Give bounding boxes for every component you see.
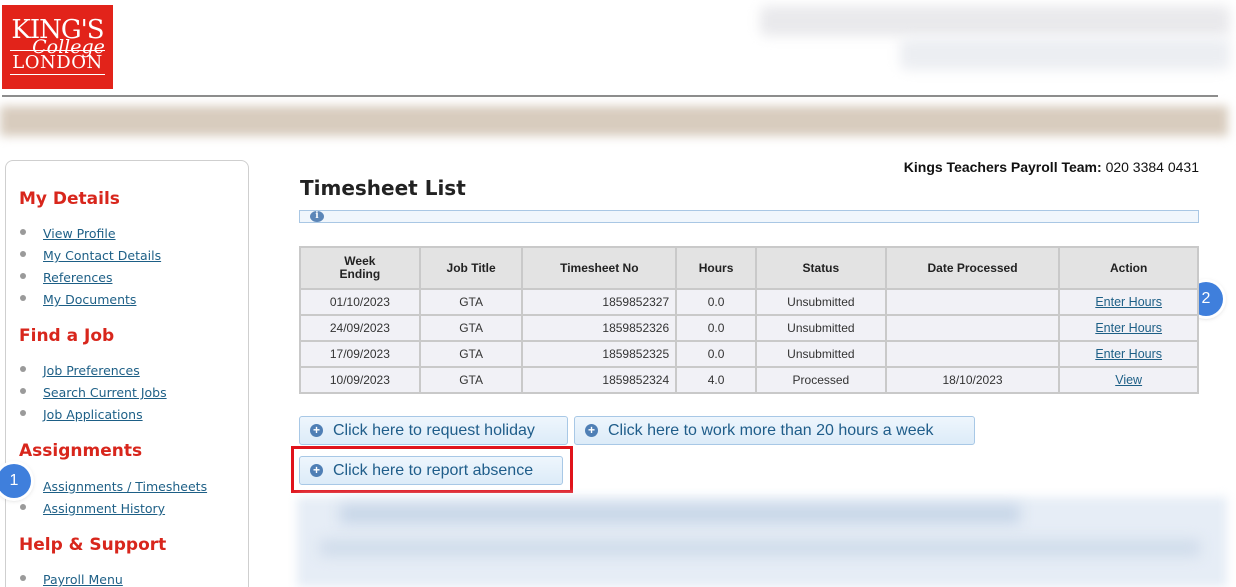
cell-hours: 4.0	[675, 366, 757, 394]
header-divider	[2, 95, 1218, 97]
cell-timesheet-no: 1859852325	[521, 340, 678, 368]
cell-timesheet-no: 1859852326	[521, 314, 678, 342]
redacted-content-line	[320, 540, 1200, 556]
page-title: Timesheet List	[300, 176, 466, 200]
col-header-week-ending: Week Ending	[299, 246, 421, 290]
bullet-icon	[20, 504, 26, 510]
table-row: 01/10/2023 GTA 1859852327 0.0 Unsubmitte…	[299, 288, 1199, 316]
sidebar-link-job-applications[interactable]: Job Applications	[43, 407, 143, 422]
sidebar-link-my-documents[interactable]: My Documents	[43, 292, 136, 307]
cell-status: Unsubmitted	[754, 314, 887, 342]
cell-week-ending: 01/10/2023	[299, 288, 421, 316]
sidebar-link-view-profile[interactable]: View Profile	[43, 226, 116, 241]
payroll-contact-label: Kings Teachers Payroll Team:	[903, 159, 1102, 175]
cell-hours: 0.0	[675, 340, 757, 368]
cell-hours: 0.0	[675, 288, 757, 316]
plus-circle-icon: +	[310, 424, 323, 437]
enter-hours-link[interactable]: Enter Hours	[1095, 295, 1162, 309]
section-title-find-a-job: Find a Job	[19, 326, 115, 346]
bullet-icon	[20, 410, 26, 416]
sidebar-link-search-jobs[interactable]: Search Current Jobs	[43, 385, 167, 400]
bullet-icon	[20, 273, 26, 279]
col-header-hours: Hours	[675, 246, 757, 290]
bullet-icon	[20, 251, 26, 257]
enter-hours-link[interactable]: Enter Hours	[1095, 347, 1162, 361]
cell-week-ending: 24/09/2023	[299, 314, 421, 342]
view-link[interactable]: View	[1115, 373, 1142, 387]
sidebar-link-assignment-history[interactable]: Assignment History	[43, 501, 165, 516]
timesheet-table: Week Ending Job Title Timesheet No Hours…	[299, 246, 1199, 394]
kings-college-logo[interactable]: KING'S College LONDON	[2, 5, 113, 89]
request-holiday-label: Click here to request holiday	[333, 422, 535, 439]
bullet-icon	[20, 295, 26, 301]
cell-action: Enter Hours	[1058, 288, 1199, 316]
cell-date-processed: 18/10/2023	[884, 366, 1061, 394]
cell-date-processed	[884, 288, 1061, 316]
bullet-icon	[20, 366, 26, 372]
table-row: 24/09/2023 GTA 1859852326 0.0 Unsubmitte…	[299, 314, 1199, 342]
header-redacted-area	[760, 6, 1230, 36]
bullet-icon	[20, 388, 26, 394]
cell-hours: 0.0	[675, 314, 757, 342]
col-header-action: Action	[1058, 246, 1199, 290]
payroll-contact-phone: 020 3384 0431	[1105, 159, 1199, 175]
work-extra-hours-button[interactable]: + Click here to work more than 20 hours …	[574, 416, 975, 445]
enter-hours-link[interactable]: Enter Hours	[1095, 321, 1162, 335]
sidebar-link-assignments-timesheets[interactable]: Assignments / Timesheets	[43, 479, 207, 494]
bullet-icon	[20, 575, 26, 581]
sidebar-link-references[interactable]: References	[43, 270, 112, 285]
cell-status: Unsubmitted	[754, 340, 887, 368]
section-title-my-details: My Details	[19, 189, 120, 209]
cell-status: Processed	[754, 366, 887, 394]
section-title-assignments: Assignments	[19, 441, 143, 461]
info-bar[interactable]: i	[299, 210, 1199, 223]
cell-week-ending: 10/09/2023	[299, 366, 421, 394]
cell-date-processed	[884, 314, 1061, 342]
highlight-box	[291, 446, 573, 493]
cell-date-processed	[884, 340, 1061, 368]
bullet-icon	[20, 229, 26, 235]
cell-timesheet-no: 1859852327	[521, 288, 678, 316]
col-header-job-title: Job Title	[418, 246, 524, 290]
payroll-contact: Kings Teachers Payroll Team: 020 3384 04…	[904, 159, 1199, 175]
cell-job-title: GTA	[418, 366, 524, 394]
header-redacted-area-2	[900, 38, 1230, 70]
cell-action: Enter Hours	[1058, 340, 1199, 368]
col-header-status: Status	[754, 246, 887, 290]
navigation-band-redacted	[0, 106, 1228, 136]
sidebar-link-payroll-menu[interactable]: Payroll Menu	[43, 572, 123, 587]
cell-status: Unsubmitted	[754, 288, 887, 316]
cell-timesheet-no: 1859852324	[521, 366, 678, 394]
sidebar: My Details View Profile My Contact Detai…	[5, 160, 249, 587]
info-icon[interactable]: i	[310, 211, 324, 222]
col-header-date-processed: Date Processed	[884, 246, 1061, 290]
col-header-timesheet-no: Timesheet No	[521, 246, 678, 290]
logo-line-3: LONDON	[10, 50, 105, 75]
cell-job-title: GTA	[418, 288, 524, 316]
table-row: 10/09/2023 GTA 1859852324 4.0 Processed …	[299, 366, 1199, 394]
cell-job-title: GTA	[418, 314, 524, 342]
cell-job-title: GTA	[418, 340, 524, 368]
cell-week-ending: 17/09/2023	[299, 340, 421, 368]
sidebar-link-contact-details[interactable]: My Contact Details	[43, 248, 161, 263]
cell-action: Enter Hours	[1058, 314, 1199, 342]
cell-action: View	[1058, 366, 1199, 394]
section-title-help-support: Help & Support	[19, 535, 167, 555]
request-holiday-button[interactable]: + Click here to request holiday	[299, 416, 568, 445]
sidebar-link-job-preferences[interactable]: Job Preferences	[43, 363, 140, 378]
work-extra-hours-label: Click here to work more than 20 hours a …	[608, 422, 934, 439]
table-row: 17/09/2023 GTA 1859852325 0.0 Unsubmitte…	[299, 340, 1199, 368]
redacted-content-line	[340, 505, 1020, 523]
plus-circle-icon: +	[585, 424, 598, 437]
